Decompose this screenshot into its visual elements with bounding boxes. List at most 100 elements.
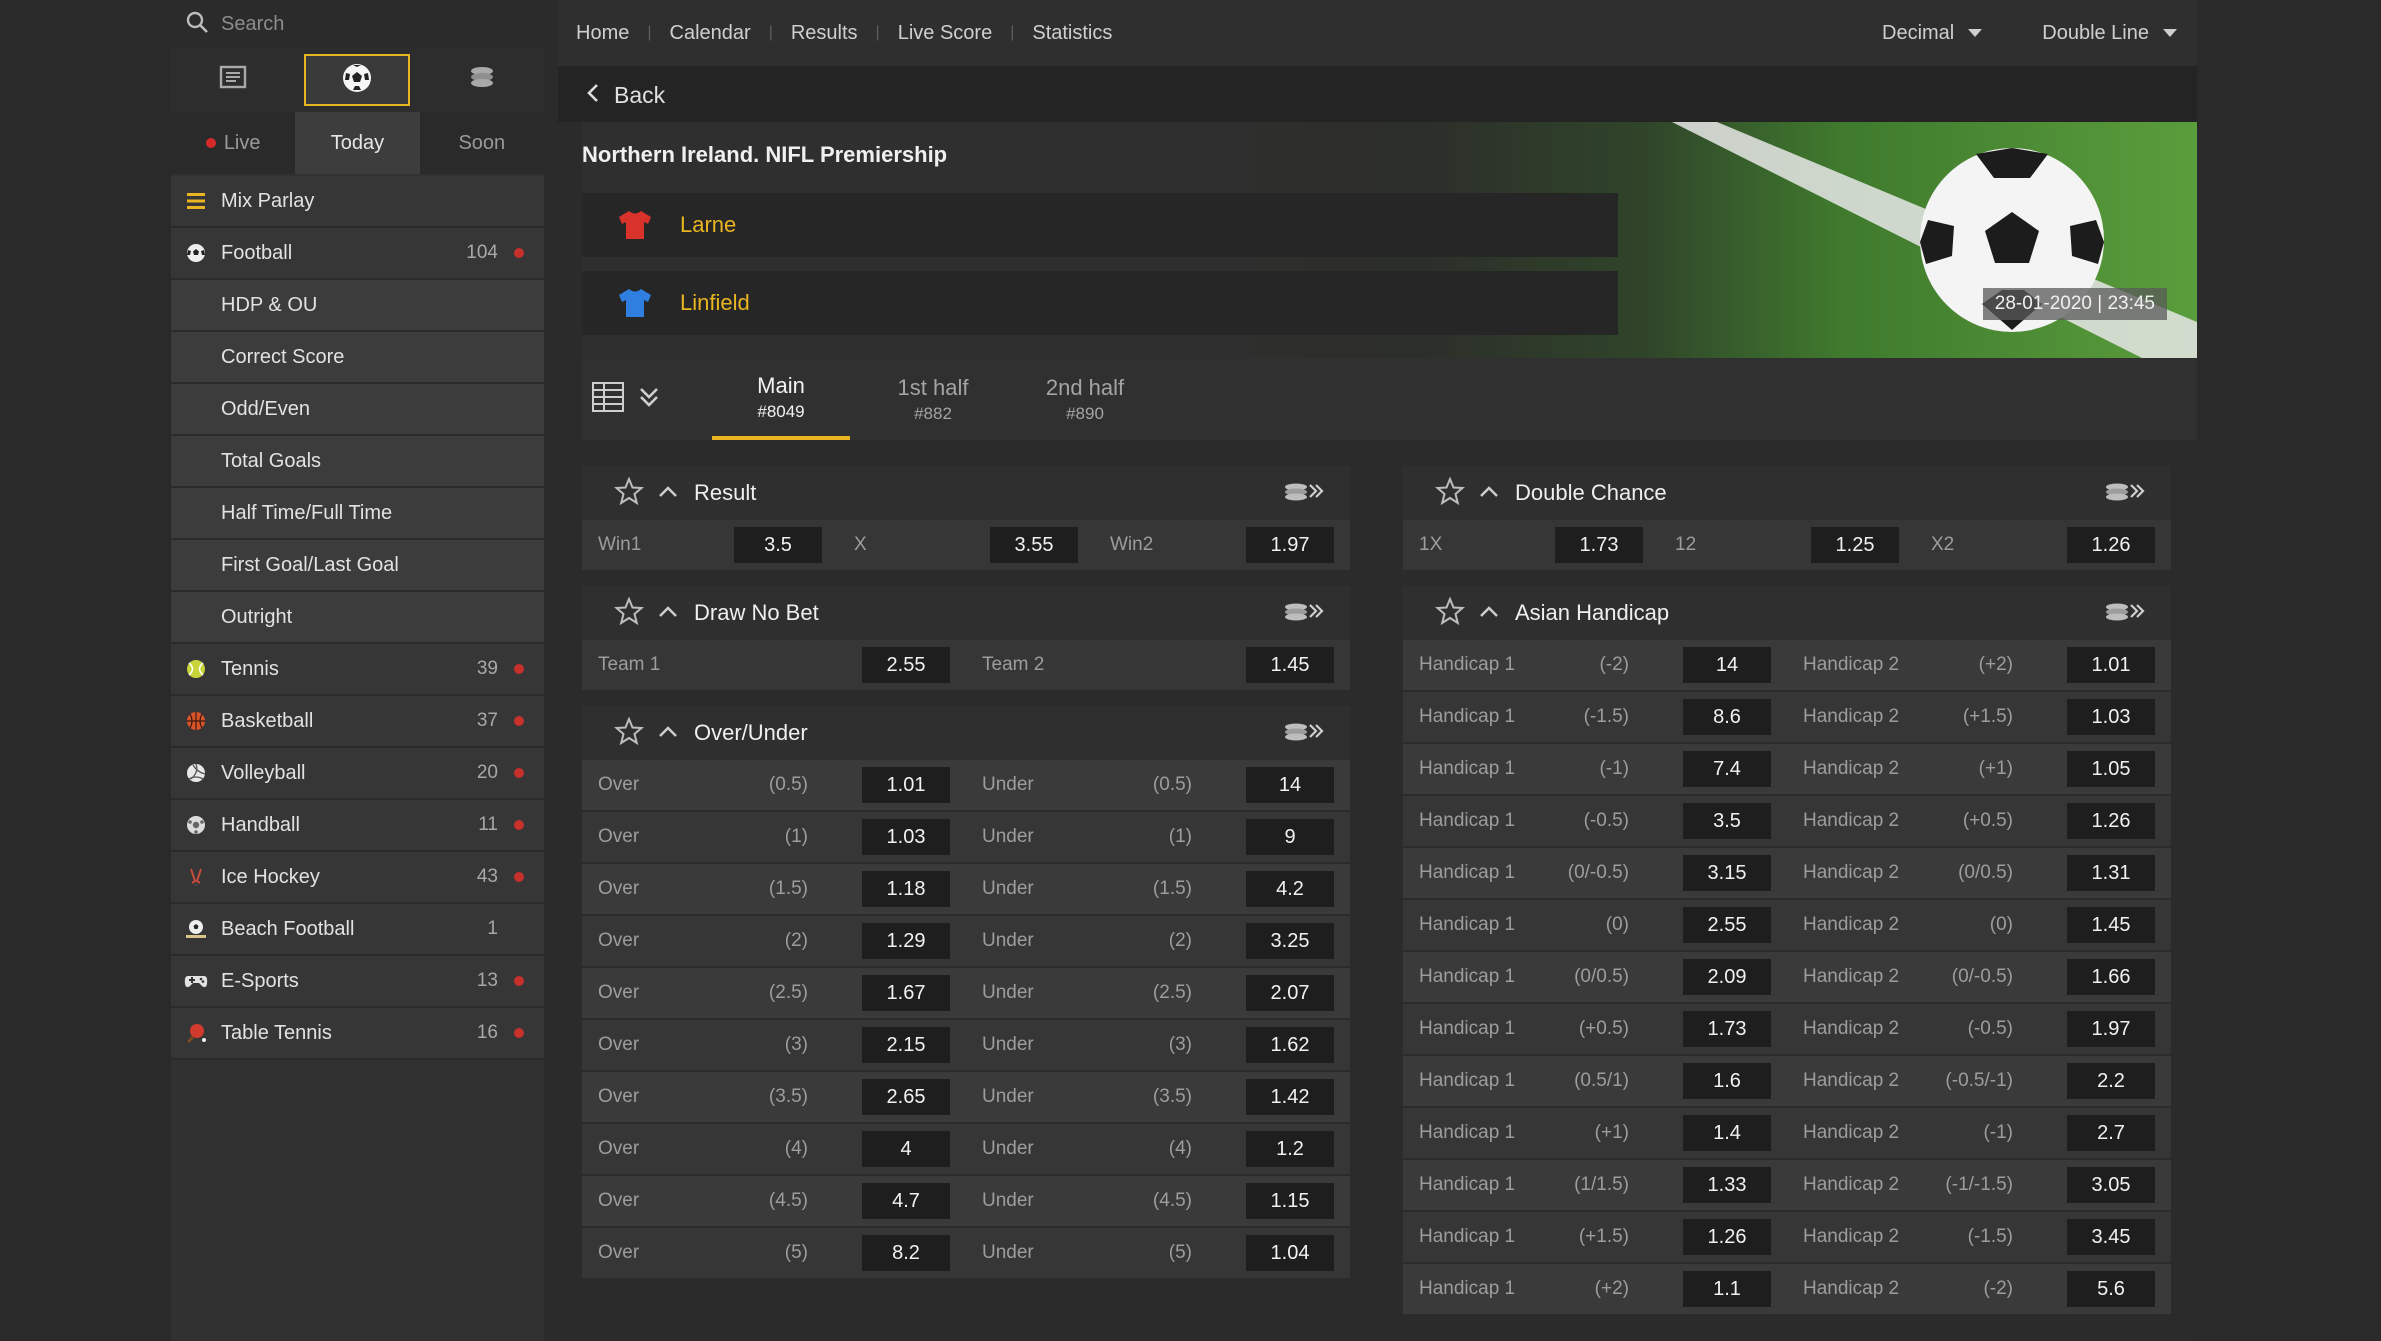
odds-value[interactable]: 1.4 bbox=[1683, 1115, 1771, 1151]
odds-cell[interactable]: X 3.55 bbox=[838, 520, 1094, 570]
coins-stack-icon[interactable] bbox=[2103, 600, 2145, 627]
odds-value[interactable]: 1.05 bbox=[2067, 751, 2155, 787]
nav-live-score[interactable]: Live Score bbox=[880, 22, 1011, 45]
odds-value[interactable]: 9 bbox=[1246, 819, 1334, 855]
over-cell[interactable]: Over (4) 4 bbox=[582, 1124, 966, 1174]
odds-value[interactable]: 1.62 bbox=[1246, 1027, 1334, 1063]
odds-value[interactable]: 3.05 bbox=[2067, 1167, 2155, 1203]
odds-value[interactable]: 3.5 bbox=[734, 527, 822, 563]
handicap-2-cell[interactable]: Handicap 2 (0/-0.5) 1.66 bbox=[1787, 952, 2171, 1002]
nav-calendar[interactable]: Calendar bbox=[652, 22, 769, 45]
sidebar-item-ice-hockey[interactable]: Ice Hockey 43 bbox=[171, 852, 544, 904]
odds-value[interactable]: 14 bbox=[1246, 767, 1334, 803]
star-icon[interactable] bbox=[613, 475, 645, 510]
under-cell[interactable]: Under (4) 1.2 bbox=[966, 1124, 1350, 1174]
sidebar-item-table-tennis[interactable]: Table Tennis 16 bbox=[171, 1008, 544, 1060]
odds-cell[interactable]: X2 1.26 bbox=[1915, 520, 2171, 570]
double-chevron-down-icon[interactable] bbox=[638, 385, 660, 414]
odds-value[interactable]: 1.97 bbox=[2067, 1011, 2155, 1047]
sidebar-subitem-correct-score[interactable]: Correct Score bbox=[171, 332, 544, 384]
odds-value[interactable]: 2.09 bbox=[1683, 959, 1771, 995]
sidebar-item-mix-parlay[interactable]: Mix Parlay bbox=[171, 176, 544, 228]
handicap-1-cell[interactable]: Handicap 1 (-0.5) 3.5 bbox=[1403, 796, 1787, 846]
odds-value[interactable]: 2.2 bbox=[2067, 1063, 2155, 1099]
tab-2nd-half[interactable]: 2nd half #890 bbox=[1016, 358, 1154, 440]
odds-cell[interactable]: Win2 1.97 bbox=[1094, 520, 1350, 570]
handicap-2-cell[interactable]: Handicap 2 (-1/-1.5) 3.05 bbox=[1787, 1160, 2171, 1210]
under-cell[interactable]: Under (4.5) 1.15 bbox=[966, 1176, 1350, 1226]
odds-value[interactable]: 3.55 bbox=[990, 527, 1078, 563]
odds-value[interactable]: 4 bbox=[862, 1131, 950, 1167]
odds-value[interactable]: 3.5 bbox=[1683, 803, 1771, 839]
handicap-2-cell[interactable]: Handicap 2 (+1.5) 1.03 bbox=[1787, 692, 2171, 742]
odds-value[interactable]: 1.25 bbox=[1811, 527, 1899, 563]
odds-value[interactable]: 1.03 bbox=[862, 819, 950, 855]
handicap-2-cell[interactable]: Handicap 2 (-0.5) 1.97 bbox=[1787, 1004, 2171, 1054]
odds-value[interactable]: 1.45 bbox=[2067, 907, 2155, 943]
tab-sports[interactable] bbox=[304, 54, 411, 106]
odds-value[interactable]: 1.6 bbox=[1683, 1063, 1771, 1099]
tab-today[interactable]: Today bbox=[295, 112, 420, 174]
odds-format-dropdown[interactable]: Decimal bbox=[1882, 22, 1983, 45]
market-header[interactable]: Over/Under bbox=[582, 706, 1350, 760]
handicap-1-cell[interactable]: Handicap 1 (0/-0.5) 3.15 bbox=[1403, 848, 1787, 898]
nav-home[interactable]: Home bbox=[558, 22, 647, 45]
handicap-2-cell[interactable]: Handicap 2 (+2) 1.01 bbox=[1787, 640, 2171, 690]
star-icon[interactable] bbox=[613, 715, 645, 750]
odds-value[interactable]: 1.01 bbox=[2067, 647, 2155, 683]
sidebar-item-handball[interactable]: Handball 11 bbox=[171, 800, 544, 852]
over-cell[interactable]: Over (3) 2.15 bbox=[582, 1020, 966, 1070]
search-input[interactable] bbox=[219, 3, 544, 45]
odds-cell[interactable]: 12 1.25 bbox=[1659, 520, 1915, 570]
odds-value[interactable]: 1.73 bbox=[1555, 527, 1643, 563]
handicap-1-cell[interactable]: Handicap 1 (+2) 1.1 bbox=[1403, 1264, 1787, 1314]
under-cell[interactable]: Under (3.5) 1.42 bbox=[966, 1072, 1350, 1122]
handicap-1-cell[interactable]: Handicap 1 (-1.5) 8.6 bbox=[1403, 692, 1787, 742]
star-icon[interactable] bbox=[1434, 475, 1466, 510]
odds-value[interactable]: 2.55 bbox=[1683, 907, 1771, 943]
under-cell[interactable]: Under (1) 9 bbox=[966, 812, 1350, 862]
tab-news[interactable] bbox=[180, 54, 286, 106]
odds-value[interactable]: 1.31 bbox=[2067, 855, 2155, 891]
handicap-1-cell[interactable]: Handicap 1 (-2) 14 bbox=[1403, 640, 1787, 690]
sidebar-subitem-hdp-ou[interactable]: HDP & OU bbox=[171, 280, 544, 332]
under-cell[interactable]: Under (5) 1.04 bbox=[966, 1228, 1350, 1278]
odds-value[interactable]: 1.42 bbox=[1246, 1079, 1334, 1115]
odds-value[interactable]: 1.04 bbox=[1246, 1235, 1334, 1271]
sidebar-subitem-first-last-goal[interactable]: First Goal/Last Goal bbox=[171, 540, 544, 592]
over-cell[interactable]: Over (5) 8.2 bbox=[582, 1228, 966, 1278]
columns-layout-icon[interactable] bbox=[592, 381, 624, 417]
handicap-1-cell[interactable]: Handicap 1 (+1.5) 1.26 bbox=[1403, 1212, 1787, 1262]
sidebar-subitem-odd-even[interactable]: Odd/Even bbox=[171, 384, 544, 436]
sidebar-item-football[interactable]: Football 104 bbox=[171, 228, 544, 280]
line-mode-dropdown[interactable]: Double Line bbox=[2042, 22, 2177, 45]
odds-value[interactable]: 3.15 bbox=[1683, 855, 1771, 891]
over-cell[interactable]: Over (2) 1.29 bbox=[582, 916, 966, 966]
under-cell[interactable]: Under (2) 3.25 bbox=[966, 916, 1350, 966]
odds-cell[interactable]: Team 2 1.45 bbox=[966, 640, 1350, 690]
sidebar-subitem-outright[interactable]: Outright bbox=[171, 592, 544, 644]
nav-statistics[interactable]: Statistics bbox=[1014, 22, 1130, 45]
tab-1st-half[interactable]: 1st half #882 bbox=[864, 358, 1002, 440]
over-cell[interactable]: Over (2.5) 1.67 bbox=[582, 968, 966, 1018]
sidebar-subitem-total-goals[interactable]: Total Goals bbox=[171, 436, 544, 488]
odds-value[interactable]: 1.1 bbox=[1683, 1271, 1771, 1307]
odds-value[interactable]: 1.26 bbox=[2067, 803, 2155, 839]
under-cell[interactable]: Under (3) 1.62 bbox=[966, 1020, 1350, 1070]
handicap-2-cell[interactable]: Handicap 2 (0/0.5) 1.31 bbox=[1787, 848, 2171, 898]
over-cell[interactable]: Over (1) 1.03 bbox=[582, 812, 966, 862]
coins-stack-icon[interactable] bbox=[2103, 480, 2145, 507]
odds-value[interactable]: 2.65 bbox=[862, 1079, 950, 1115]
odds-cell[interactable]: Team 1 2.55 bbox=[582, 640, 966, 690]
handicap-1-cell[interactable]: Handicap 1 (+1) 1.4 bbox=[1403, 1108, 1787, 1158]
chevron-up-icon[interactable] bbox=[1479, 484, 1499, 503]
over-cell[interactable]: Over (1.5) 1.18 bbox=[582, 864, 966, 914]
odds-value[interactable]: 1.97 bbox=[1246, 527, 1334, 563]
handicap-2-cell[interactable]: Handicap 2 (-1.5) 3.45 bbox=[1787, 1212, 2171, 1262]
odds-value[interactable]: 8.2 bbox=[862, 1235, 950, 1271]
market-header[interactable]: Asian Handicap bbox=[1403, 586, 2171, 640]
under-cell[interactable]: Under (1.5) 4.2 bbox=[966, 864, 1350, 914]
odds-value[interactable]: 1.18 bbox=[862, 871, 950, 907]
handicap-1-cell[interactable]: Handicap 1 (0.5/1) 1.6 bbox=[1403, 1056, 1787, 1106]
odds-value[interactable]: 2.7 bbox=[2067, 1115, 2155, 1151]
